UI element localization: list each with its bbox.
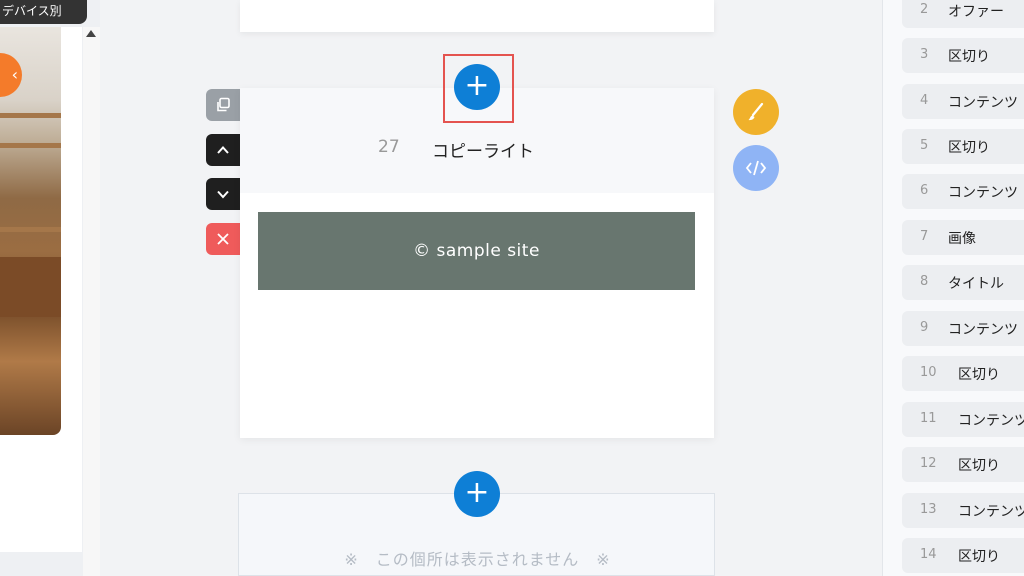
list-item[interactable]: 6 コンテンツ	[902, 174, 1024, 209]
copyright-block[interactable]: 27 コピーライト © sample site	[240, 88, 714, 438]
shelf-decor	[0, 227, 61, 232]
previous-block[interactable]	[240, 0, 714, 32]
list-item[interactable]: 9 コンテンツ	[902, 311, 1024, 346]
copy-icon[interactable]	[206, 89, 240, 121]
list-item-label: 区切り	[958, 549, 1000, 565]
list-item[interactable]: 2 オファー	[902, 0, 1024, 28]
list-item[interactable]: 14 区切り	[902, 538, 1024, 573]
code-icon[interactable]	[733, 145, 779, 191]
preview-pane: デバイス別 ‹	[0, 0, 100, 576]
list-item-label: 画像	[948, 231, 976, 247]
list-item-number: 6	[920, 183, 929, 198]
list-item-label: タイトル	[948, 276, 1004, 292]
list-item-number: 7	[920, 229, 929, 244]
list-item[interactable]: 10 区切り	[902, 356, 1024, 391]
list-item-label: 区切り	[948, 49, 990, 65]
list-item-number: 4	[920, 93, 929, 108]
list-item-label: オファー	[948, 4, 1004, 20]
list-item-label: コンテンツ	[958, 413, 1024, 429]
list-item-number: 3	[920, 47, 929, 62]
hidden-notice: ※ この個所は表示されません ※	[344, 550, 611, 569]
list-item-label: 区切り	[958, 367, 1000, 383]
block-number: 27	[378, 137, 400, 157]
list-item-label: 区切り	[948, 140, 990, 156]
highlight-frame	[443, 54, 514, 123]
close-icon[interactable]	[206, 223, 240, 255]
list-item-number: 8	[920, 274, 929, 289]
shelf-decor	[0, 143, 61, 148]
chevron-down-icon[interactable]	[206, 178, 240, 210]
shelf-decor	[0, 113, 61, 118]
list-item-number: 5	[920, 138, 929, 153]
block-list: 2 オファー 3 区切り 4 コンテンツ 5 区切り 6 コンテンツ 7 画像 …	[883, 0, 1024, 576]
list-item-number: 10	[920, 365, 937, 380]
add-block-button[interactable]: +	[454, 471, 500, 517]
scroll-up-icon[interactable]	[86, 30, 96, 37]
block-title: コピーライト	[432, 142, 534, 162]
list-item-number: 12	[920, 456, 937, 471]
counter-decor	[0, 257, 61, 317]
brush-icon[interactable]	[733, 89, 779, 135]
list-item[interactable]: 13 コンテンツ	[902, 493, 1024, 528]
list-item[interactable]: 4 コンテンツ	[902, 84, 1024, 119]
list-item-label: コンテンツ	[948, 322, 1018, 338]
device-tab[interactable]: デバイス別	[0, 0, 87, 24]
list-item-number: 2	[920, 2, 929, 17]
list-item-label: コンテンツ	[948, 185, 1018, 201]
list-item[interactable]: 11 コンテンツ	[902, 402, 1024, 437]
list-item[interactable]: 8 タイトル	[902, 265, 1024, 300]
list-item-number: 13	[920, 502, 937, 517]
chevron-up-icon[interactable]	[206, 134, 240, 166]
copyright-footer: © sample site	[258, 212, 695, 290]
list-item-label: コンテンツ	[948, 95, 1018, 111]
preview-scrollbar[interactable]	[83, 27, 100, 576]
list-item-number: 14	[920, 547, 937, 562]
list-item-number: 11	[920, 411, 937, 426]
list-item-number: 9	[920, 320, 929, 335]
list-item[interactable]: 3 区切り	[902, 38, 1024, 73]
list-item[interactable]: 12 区切り	[902, 447, 1024, 482]
list-item-label: コンテンツ	[958, 504, 1024, 520]
list-item[interactable]: 5 区切り	[902, 129, 1024, 164]
preview-card: ‹	[0, 27, 82, 552]
list-item[interactable]: 7 画像	[902, 220, 1024, 255]
list-item-label: 区切り	[958, 458, 1000, 474]
